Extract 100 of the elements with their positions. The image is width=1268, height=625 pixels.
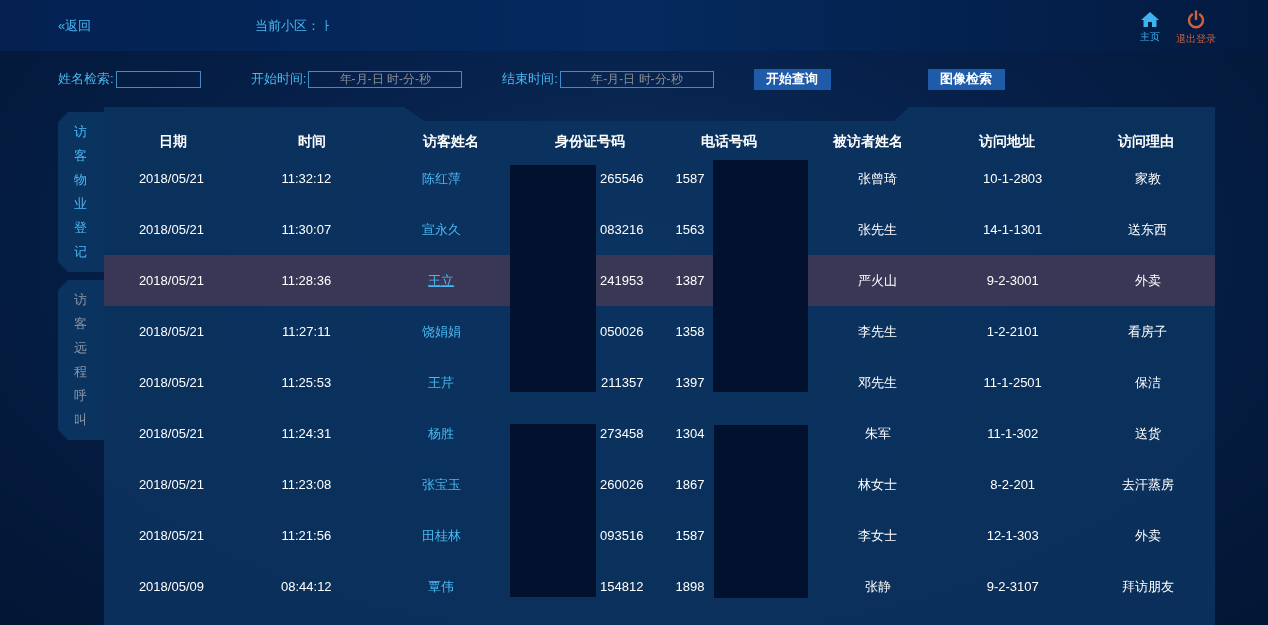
table-row[interactable]: 2018/05/21 11:23:08 张宝玉 260026 1867 林女士 8-2-201 去汗蒸房 bbox=[104, 459, 1215, 510]
time-cell: 11:32:12 bbox=[281, 171, 332, 186]
host-name-cell: 严火山 bbox=[858, 272, 898, 288]
date-cell: 2018/05/21 bbox=[138, 222, 204, 237]
host-name-cell: 朱军 bbox=[864, 425, 891, 441]
id-number-cell: 211357 bbox=[601, 375, 644, 390]
visitor-name-link[interactable]: 田桂林 bbox=[421, 527, 461, 543]
date-cell: 2018/05/21 bbox=[138, 528, 204, 543]
phone-cell: 1587 bbox=[675, 171, 705, 186]
visitor-name-link[interactable]: 覃伟 bbox=[428, 578, 455, 594]
visitor-name-link[interactable]: 王芹 bbox=[428, 374, 455, 390]
side-tab[interactable]: 访客远程呼叫 bbox=[58, 280, 104, 440]
table-row[interactable]: 2018/05/21 11:24:31 杨胜 273458 1304 朱军 11-1-302 送货 bbox=[104, 408, 1215, 459]
visitor-name-link[interactable]: 王立 bbox=[428, 272, 455, 288]
host-name-cell: 张先生 bbox=[858, 221, 898, 237]
visitor-name-link[interactable]: 张宝玉 bbox=[421, 476, 461, 492]
reason-cell: 家教 bbox=[1134, 170, 1161, 186]
id-number-cell: 154812 bbox=[600, 579, 644, 594]
reason-cell: 去汗蒸房 bbox=[1121, 476, 1174, 492]
column-header: 电话号码 bbox=[699, 133, 758, 151]
address-cell: 11-1-302 bbox=[987, 426, 1039, 441]
back-link[interactable]: «返回 bbox=[58, 16, 255, 35]
reason-cell: 外卖 bbox=[1134, 272, 1161, 288]
host-name-cell: 林女士 bbox=[858, 476, 898, 492]
id-number-cell: 265546 bbox=[600, 171, 644, 186]
id-number-cell: 260026 bbox=[600, 477, 644, 492]
address-cell: 14-1-1301 bbox=[983, 222, 1043, 237]
table-row[interactable]: 2018/05/21 11:32:12 陈红萍 265546 1587 张曾琦 10-1-2803 家教 bbox=[104, 153, 1215, 204]
date-cell: 2018/05/21 bbox=[138, 324, 204, 339]
side-tab[interactable]: 访客物业登记 bbox=[58, 112, 104, 272]
logout-button[interactable]: 退出登录 bbox=[1176, 9, 1216, 46]
phone-cell: 1304 bbox=[675, 426, 705, 441]
community-value: ㅏ bbox=[320, 16, 333, 35]
phone-cell: 1898 bbox=[675, 579, 705, 594]
phone-cell: 1387 bbox=[675, 273, 705, 288]
host-name-cell: 李女士 bbox=[858, 527, 898, 543]
time-cell: 11:30:07 bbox=[281, 222, 332, 237]
search-button[interactable]: 开始查询 bbox=[753, 68, 831, 90]
home-icon bbox=[1140, 11, 1160, 28]
time-cell: 11:28:36 bbox=[281, 273, 332, 288]
date-cell: 2018/05/21 bbox=[138, 273, 204, 288]
table-row[interactable]: 2018/05/09 08:44:12 覃伟 154812 1898 张静 9-2-3107 拜访朋友 bbox=[104, 561, 1215, 612]
table-row[interactable]: 2018/05/21 11:27:11 饶娟娟 050026 1358 李先生 1-2-2101 看房子 bbox=[104, 306, 1215, 357]
id-number-cell: 241953 bbox=[600, 273, 644, 288]
id-number-cell: 050026 bbox=[600, 324, 644, 339]
visitor-name-link[interactable]: 陈红萍 bbox=[421, 170, 461, 186]
column-header: 访问地址 bbox=[977, 133, 1036, 151]
date-cell: 2018/05/21 bbox=[138, 171, 204, 186]
column-header: 时间 bbox=[297, 133, 328, 151]
date-cell: 2018/05/21 bbox=[138, 426, 204, 441]
time-cell: 11:24:31 bbox=[281, 426, 332, 441]
search-button[interactable]: 图像检索 bbox=[927, 68, 1005, 90]
column-header: 日期 bbox=[158, 133, 189, 151]
reason-cell: 拜访朋友 bbox=[1121, 578, 1174, 594]
visitor-name-link[interactable]: 宣永久 bbox=[421, 221, 461, 237]
address-cell: 8-2-201 bbox=[990, 477, 1036, 492]
phone-cell: 1587 bbox=[675, 528, 705, 543]
column-header: 访问理由 bbox=[1116, 133, 1175, 151]
input-field[interactable]: 年-月-日 时-分-秒 bbox=[308, 70, 463, 88]
table-row[interactable]: 2018/05/21 11:30:07 宣永久 083216 1563 张先生 14-1-1301 送东西 bbox=[104, 204, 1215, 255]
date-cell: 2018/05/09 bbox=[138, 579, 204, 594]
phone-cell: 1563 bbox=[675, 222, 705, 237]
reason-cell: 保洁 bbox=[1134, 374, 1161, 390]
input-field[interactable] bbox=[115, 70, 201, 88]
address-cell: 12-1-303 bbox=[986, 528, 1039, 543]
power-icon bbox=[1186, 9, 1206, 30]
column-header: 访客姓名 bbox=[421, 133, 481, 151]
time-cell: 11:25:53 bbox=[281, 375, 332, 390]
host-name-cell: 张静 bbox=[864, 578, 891, 594]
time-cell: 08:44:12 bbox=[281, 579, 332, 594]
filter-label: 结束时间: bbox=[502, 70, 558, 88]
host-name-cell: 李先生 bbox=[858, 323, 898, 339]
time-cell: 11:23:08 bbox=[281, 477, 332, 492]
input-field[interactable]: 年-月-日 时-分-秒 bbox=[559, 70, 714, 88]
table-row[interactable]: 2018/05/21 11:21:56 田桂林 093516 1587 李女士 12-1-303 外卖 bbox=[104, 510, 1215, 561]
address-cell: 1-2-2101 bbox=[986, 324, 1039, 339]
id-number-cell: 083216 bbox=[600, 222, 644, 237]
phone-cell: 1867 bbox=[675, 477, 705, 492]
home-button[interactable]: 主页 bbox=[1140, 11, 1160, 44]
column-header: 身份证号码 bbox=[554, 133, 627, 151]
time-cell: 11:27:11 bbox=[281, 324, 331, 339]
id-number-cell: 273458 bbox=[600, 426, 644, 441]
filter-label: 开始时间: bbox=[250, 70, 307, 88]
address-cell: 11-1-2501 bbox=[983, 375, 1042, 390]
host-name-cell: 张曾琦 bbox=[858, 170, 898, 186]
table-row[interactable]: 2018/05/21 11:25:53 王芹 211357 1397 邓先生 11-1-2501 保洁 bbox=[104, 357, 1215, 408]
phone-cell: 1358 bbox=[675, 324, 705, 339]
phone-cell: 1397 bbox=[675, 375, 705, 390]
reason-cell: 送货 bbox=[1134, 425, 1161, 441]
address-cell: 10-1-2803 bbox=[983, 171, 1043, 186]
reason-cell: 送东西 bbox=[1128, 221, 1168, 237]
visitor-name-link[interactable]: 饶娟娟 bbox=[421, 323, 461, 339]
date-cell: 2018/05/21 bbox=[138, 477, 204, 492]
filter-label: 姓名检索: bbox=[58, 70, 114, 88]
date-cell: 2018/05/21 bbox=[138, 375, 204, 390]
visitor-name-link[interactable]: 杨胜 bbox=[428, 425, 455, 441]
time-cell: 11:21:56 bbox=[281, 528, 332, 543]
reason-cell: 外卖 bbox=[1134, 527, 1161, 543]
address-cell: 9-2-3107 bbox=[986, 579, 1039, 594]
host-name-cell: 邓先生 bbox=[858, 374, 898, 390]
